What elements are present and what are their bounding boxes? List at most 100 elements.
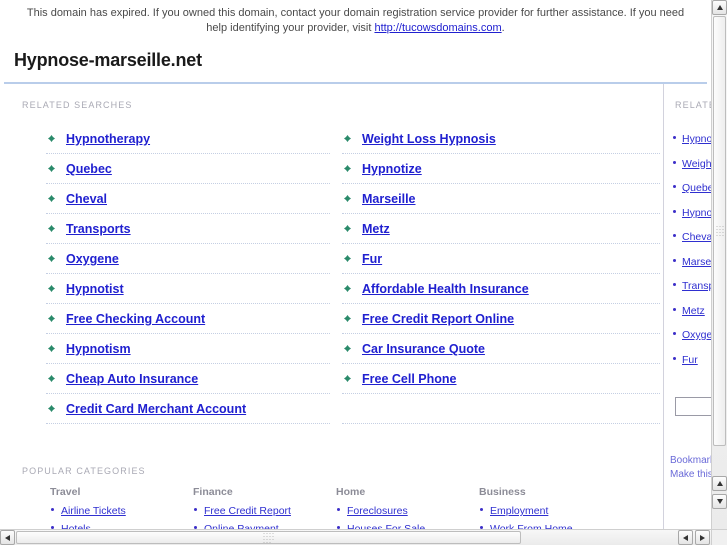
list-item[interactable]: Foreclosures <box>336 502 479 520</box>
related-search-item[interactable]: Marseille <box>342 184 660 214</box>
list-item[interactable]: Free Credit Report <box>193 502 336 520</box>
related-search-link[interactable]: Marseille <box>362 192 416 206</box>
related-search-item[interactable]: Quebec <box>46 154 330 184</box>
related-search-link[interactable]: Free Credit Report Online <box>362 312 514 326</box>
related-searches-label: RELATED SEARCHES <box>22 100 133 110</box>
sidebar-search-input[interactable] <box>675 397 711 416</box>
sidebar-link[interactable]: Hypnotherapy <box>682 133 711 145</box>
related-search-item[interactable]: Metz <box>342 214 660 244</box>
sidebar-link[interactable]: Marseille <box>682 256 711 268</box>
scrollbar-corner <box>711 529 727 545</box>
arrow-bullet-icon <box>344 225 351 232</box>
sidebar-list-item[interactable]: Hypnotherapy <box>670 126 711 151</box>
category-link-list: EmploymentWork From HomeReorder Checks <box>479 502 622 529</box>
related-search-link[interactable]: Cheval <box>66 192 107 206</box>
scroll-down-button-upper[interactable] <box>712 476 727 491</box>
related-search-item[interactable]: Car Insurance Quote <box>342 334 660 364</box>
related-search-link[interactable]: Credit Card Merchant Account <box>66 402 246 416</box>
sidebar-list-item[interactable]: Quebec <box>670 175 711 200</box>
related-search-item[interactable]: Hypnotism <box>46 334 330 364</box>
list-item[interactable]: Hotels <box>50 520 193 529</box>
scroll-right-button-left[interactable] <box>678 530 693 545</box>
sidebar-list: Hypnotherapy Weight Loss Hypnosis Quebec Hy… <box>670 126 711 371</box>
related-search-link[interactable]: Car Insurance Quote <box>362 342 485 356</box>
triangle-up-icon <box>716 5 723 10</box>
related-search-item[interactable]: Cheap Auto Insurance <box>46 364 330 394</box>
scroll-right-button[interactable] <box>695 530 710 545</box>
vertical-scrollbar[interactable] <box>711 0 727 529</box>
list-item[interactable]: Employment <box>479 502 622 520</box>
related-search-item[interactable]: Oxygene <box>46 244 330 274</box>
related-search-item[interactable]: Free Cell Phone <box>342 364 660 394</box>
related-search-link[interactable]: Transports <box>66 222 131 236</box>
horizontal-scrollbar-thumb[interactable] <box>16 531 521 544</box>
sidebar-list-item[interactable]: Transports <box>670 273 711 298</box>
triangle-down-icon <box>716 499 723 504</box>
list-item[interactable]: Houses For Sale <box>336 520 479 529</box>
list-item[interactable]: Airline Tickets <box>50 502 193 520</box>
related-search-link[interactable]: Affordable Health Insurance <box>362 282 529 296</box>
arrow-bullet-icon <box>344 255 351 262</box>
category-link[interactable]: Free Credit Report <box>204 505 291 517</box>
sidebar-link[interactable]: Transports <box>682 280 711 292</box>
sidebar-link[interactable]: Quebec <box>682 182 711 194</box>
scroll-down-button[interactable] <box>712 494 727 509</box>
bullet-dot-icon <box>194 508 197 511</box>
category-link[interactable]: Foreclosures <box>347 505 408 517</box>
related-search-link[interactable]: Quebec <box>66 162 112 176</box>
sidebar-list-item[interactable]: Fur <box>670 347 711 372</box>
related-search-item[interactable]: Weight Loss Hypnosis <box>342 124 660 154</box>
related-search-item[interactable]: Affordable Health Insurance <box>342 274 660 304</box>
sidebar-link[interactable]: Fur <box>682 354 698 366</box>
bullet-dot-icon <box>673 209 676 213</box>
related-search-item[interactable]: Free Credit Report Online <box>342 304 660 334</box>
sidebar-link[interactable]: Hypnotize <box>682 207 711 219</box>
related-search-link[interactable]: Fur <box>362 252 382 266</box>
related-search-link[interactable]: Weight Loss Hypnosis <box>362 132 496 146</box>
related-search-link[interactable]: Hypnotism <box>66 342 131 356</box>
related-search-link[interactable]: Hypnotize <box>362 162 422 176</box>
related-search-link[interactable]: Oxygene <box>66 252 119 266</box>
scroll-up-button[interactable] <box>712 0 727 15</box>
related-search-item[interactable]: Free Checking Account <box>46 304 330 334</box>
bullet-dot-icon <box>480 508 483 511</box>
sidebar-list-item[interactable]: Marseille <box>670 249 711 274</box>
sidebar-link[interactable]: Cheval <box>682 231 711 243</box>
related-search-item[interactable]: Hypnotherapy <box>46 124 330 154</box>
grip-dots-icon-h <box>262 532 275 544</box>
related-search-item[interactable]: Hypnotist <box>46 274 330 304</box>
horizontal-scrollbar[interactable] <box>0 529 711 545</box>
sidebar-list-item[interactable]: Hypnotize <box>670 200 711 225</box>
popular-categories-columns: TravelAirline TicketsHotelsCar RentalFin… <box>0 486 663 529</box>
tucowsdomains-link[interactable]: http://tucowsdomains.com <box>374 22 501 34</box>
sidebar-list-item[interactable]: Cheval <box>670 224 711 249</box>
related-search-item[interactable]: Transports <box>46 214 330 244</box>
scroll-left-button[interactable] <box>0 530 15 545</box>
list-item[interactable]: Work From Home <box>479 520 622 529</box>
related-search-link[interactable]: Cheap Auto Insurance <box>66 372 198 386</box>
related-search-item[interactable]: Cheval <box>46 184 330 214</box>
related-search-link[interactable]: Hypnotist <box>66 282 124 296</box>
vertical-scrollbar-thumb[interactable] <box>713 16 726 446</box>
sidebar-footer-link[interactable]: Make this <box>670 468 711 482</box>
related-search-link[interactable]: Hypnotherapy <box>66 132 150 146</box>
category-column: TravelAirline TicketsHotelsCar Rental <box>50 486 193 529</box>
sidebar-link[interactable]: Metz <box>682 305 705 317</box>
sidebar-link[interactable]: Weight Loss Hypnosis <box>682 158 711 170</box>
list-item[interactable]: Online Payment <box>193 520 336 529</box>
category-link-list: Airline TicketsHotelsCar Rental <box>50 502 193 529</box>
related-search-link[interactable]: Free Cell Phone <box>362 372 456 386</box>
category-link-list: ForeclosuresHouses For SaleMortgage <box>336 502 479 529</box>
sidebar-list-item[interactable]: Weight Loss Hypnosis <box>670 151 711 176</box>
related-search-link[interactable]: Free Checking Account <box>66 312 205 326</box>
sidebar-list-item[interactable]: Metz <box>670 298 711 323</box>
sidebar-footer-link[interactable]: Bookmark <box>670 454 711 468</box>
related-search-item[interactable]: Fur <box>342 244 660 274</box>
category-link[interactable]: Employment <box>490 505 548 517</box>
related-search-item[interactable]: Hypnotize <box>342 154 660 184</box>
sidebar-link[interactable]: Oxygene <box>682 329 711 341</box>
related-search-link[interactable]: Metz <box>362 222 390 236</box>
sidebar-list-item[interactable]: Oxygene <box>670 322 711 347</box>
category-link[interactable]: Airline Tickets <box>61 505 126 517</box>
related-search-item[interactable]: Credit Card Merchant Account <box>46 394 330 424</box>
